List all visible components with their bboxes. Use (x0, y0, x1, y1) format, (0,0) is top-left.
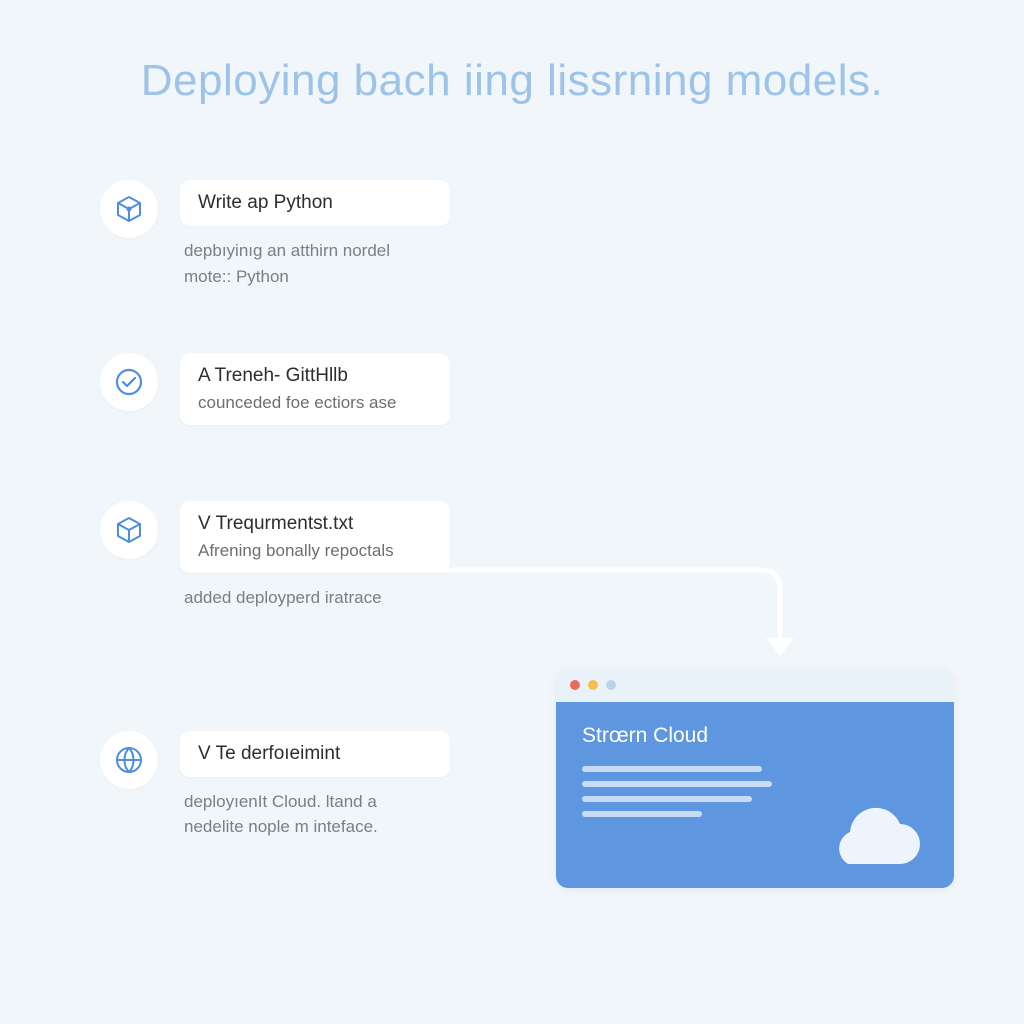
cube-icon (100, 180, 158, 238)
cloud-icon (824, 806, 924, 870)
step-card-title: Write ap Python (198, 192, 432, 214)
step-description: deployıenIt Cloud. ltand a nedelite nopl… (180, 789, 520, 840)
cube-outline-icon (100, 501, 158, 559)
steps-list: Write ap Python depbıyinıg an atthirn no… (100, 180, 520, 904)
step-card: V Trequrmentst.txt Afrening bonally repo… (180, 501, 450, 573)
browser-titlebar (556, 668, 954, 702)
browser-window: Strœrn Cloud (556, 668, 954, 888)
step-desc-line: mote:: Python (184, 267, 289, 286)
step-item: V Te derfoıeimint deployıenIt Cloud. lta… (100, 731, 520, 840)
step-card: V Te derfoıeimint (180, 731, 450, 777)
globe-icon (100, 731, 158, 789)
step-card-title: A Treneh- GittHllb (198, 365, 432, 387)
step-description: added deployperd iratrace (180, 585, 520, 611)
step-desc-line: deployıenIt Cloud. ltand a (184, 792, 377, 811)
placeholder-line (582, 811, 702, 817)
step-desc-line: depbıyinıg an atthirn nordel (184, 241, 390, 260)
step-item: A Treneh- GittHllb counceded foe ectiors… (100, 353, 520, 437)
window-max-dot (606, 680, 616, 690)
check-circle-icon (100, 353, 158, 411)
step-card: A Treneh- GittHllb counceded foe ectiors… (180, 353, 450, 425)
window-min-dot (588, 680, 598, 690)
step-card-title: V Te derfoıeimint (198, 743, 432, 765)
placeholder-line (582, 766, 762, 772)
step-card-title: V Trequrmentst.txt (198, 513, 432, 535)
step-body: V Trequrmentst.txt Afrening bonally repo… (180, 501, 520, 611)
step-item: V Trequrmentst.txt Afrening bonally repo… (100, 501, 520, 611)
step-card: Write ap Python (180, 180, 450, 226)
step-body: V Te derfoıeimint deployıenIt Cloud. lta… (180, 731, 520, 840)
step-body: Write ap Python depbıyinıg an atthirn no… (180, 180, 520, 289)
step-desc-line: added deployperd iratrace (184, 588, 382, 607)
step-card-subtitle: Afrening bonally repoctals (198, 541, 432, 561)
step-desc-line: nedelite nople m inteface. (184, 817, 378, 836)
browser-app-title: Strœrn Cloud (582, 724, 928, 748)
step-card-subtitle: counceded foe ectiors ase (198, 393, 432, 413)
browser-body: Strœrn Cloud (556, 702, 954, 888)
placeholder-line (582, 781, 772, 787)
step-description: depbıyinıg an atthirn nordel mote:: Pyth… (180, 238, 520, 289)
step-item: Write ap Python depbıyinıg an atthirn no… (100, 180, 520, 289)
step-body: A Treneh- GittHllb counceded foe ectiors… (180, 353, 520, 437)
page-title: Deploying bach iing lissrning models. (0, 56, 1024, 106)
placeholder-line (582, 796, 752, 802)
window-close-dot (570, 680, 580, 690)
